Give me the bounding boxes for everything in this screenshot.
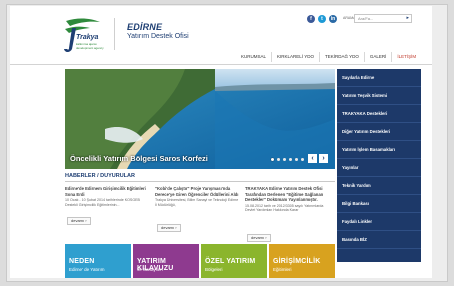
search-placeholder: Ara/Fa... [358, 16, 374, 21]
sidebar-menu: Sayılarla Edirne Yatırım Teşvik Sistemi … [337, 69, 421, 262]
sidebar-item-basinda-biz[interactable]: Basında BİZ [337, 231, 421, 249]
tile-yatirim-kilavuzu[interactable]: YATIRIM KILAVUZU ve Sanayileri [133, 244, 199, 278]
slider-prev-button[interactable]: ‹ [308, 154, 317, 163]
sidebar-item-yatirim-tesvik[interactable]: Yatırım Teşvik Sistemi [337, 87, 421, 105]
facebook-icon[interactable]: f [307, 15, 315, 23]
office-title: EDİRNE [127, 22, 163, 32]
nav-iletisim[interactable]: İLETİŞİM [391, 52, 421, 62]
search-input[interactable]: Ara/Fa... ▸ [354, 14, 412, 23]
news-headline[interactable]: TRAKYAKA Edirne Yatırım Destek Ofisi Tar… [245, 186, 333, 203]
sidebar-item-diger-destekler[interactable]: Diğer Yatırım Destekleri [337, 123, 421, 141]
news-summary: 15.08.2012 tarih ve 2012/3305 sayılı Yat… [245, 203, 324, 213]
slider-dot[interactable] [295, 158, 298, 161]
slider-dot[interactable] [283, 158, 286, 161]
news-item: "Kobi'de Çalıştır" Proje Yarışması'nda D… [155, 186, 241, 242]
news-divider [65, 181, 335, 182]
news-summary: Trakya Üniversitesi, Bilim Sanayi ve Tek… [155, 198, 239, 207]
tile-girisimcilik[interactable]: GİRİŞİMCİLİK Eğitimleri [269, 244, 335, 278]
web-page: Trakya kalkınma ajansı development agenc… [10, 6, 432, 278]
nav-kurumsal[interactable]: KURUMSAL [236, 52, 271, 62]
slider-next-button[interactable]: › [319, 154, 328, 163]
slider-dot[interactable] [289, 158, 292, 161]
header-separator [10, 64, 432, 65]
tile-neden[interactable]: NEDEN Edirne' de Yatırım [65, 244, 131, 278]
linkedin-icon[interactable]: in [329, 15, 337, 23]
sidebar-item-yayinlar[interactable]: Yayınlar [337, 159, 421, 177]
hero-slider[interactable]: Öncelikli Yatırım Bölgesi Saros Korfezi … [65, 69, 335, 169]
logo-name: Trakya [76, 34, 99, 41]
news-headline[interactable]: Edirne'de Edirnem Girişimcilik Eğitimler… [65, 186, 151, 197]
sidebar-item-trakyaka-destekleri[interactable]: TRAKYAKA Destekleri [337, 105, 421, 123]
sidebar-item-sayilarla-edirne[interactable]: Sayılarla Edirne [337, 69, 421, 87]
news-section-title: HABERLER / DUYURULAR [65, 173, 135, 179]
twitter-icon[interactable]: t [318, 15, 326, 23]
tile-title: GİRİŞİMCİLİK [273, 258, 321, 265]
sidebar-item-teknik-yardim[interactable]: Teknik Yardım [337, 177, 421, 195]
nav-kirklareli-ydo[interactable]: KIRKLARELİ YDO [271, 52, 319, 62]
hero-caption: Öncelikli Yatırım Bölgesi Saros Korfezi [70, 154, 208, 163]
slider-dot[interactable] [301, 158, 304, 161]
search-submit-icon[interactable]: ▸ [406, 15, 409, 21]
tile-subtitle: Edirne' de Yatırım [69, 267, 105, 272]
sidebar-item-faydali-linkler[interactable]: Faydalı Linkler [337, 213, 421, 231]
main-nav: KURUMSAL KIRKLARELİ YDO TEKİRDAĞ YDO GAL… [236, 52, 421, 62]
tile-title: ÖZEL YATIRIM [205, 258, 256, 265]
news-summary: 10 Ocak - 10 Şubat 2014 tarihlerinde KOS… [65, 198, 140, 207]
read-more-button[interactable]: devamı › [67, 217, 91, 225]
header-divider [114, 18, 115, 50]
news-headline[interactable]: "Kobi'de Çalıştır" Proje Yarışması'nda D… [155, 186, 241, 197]
tile-ozel-yatirim[interactable]: ÖZEL YATIRIM Bölgeleri [201, 244, 267, 278]
read-more-button[interactable]: devamı › [157, 224, 181, 232]
slider-dot[interactable] [271, 158, 274, 161]
sidebar-item-bilgi-bankasi[interactable]: Bilgi Bankası [337, 195, 421, 213]
nav-galeri[interactable]: GALERİ [363, 52, 392, 62]
logo-subtitle: kalkınma ajansı development agency [76, 42, 104, 50]
tile-title: NEDEN [69, 258, 95, 265]
tile-subtitle: ve Sanayileri [137, 267, 163, 272]
tile-subtitle: Eğitimleri [273, 267, 292, 272]
sidebar-item-islem-basamaklari[interactable]: Yatırım İşlem Basamakları [337, 141, 421, 159]
read-more-button[interactable]: devamı › [247, 234, 271, 242]
slider-dot[interactable] [277, 158, 280, 161]
tile-subtitle: Bölgeleri [205, 267, 223, 272]
office-subtitle: Yatırım Destek Ofisi [127, 33, 189, 40]
news-item: Edirne'de Edirnem Girişimcilik Eğitimler… [65, 186, 151, 242]
slider-dots [271, 158, 304, 161]
site-header: Trakya kalkınma ajansı development agenc… [10, 6, 432, 64]
nav-tekirdag-ydo[interactable]: TEKİRDAĞ YDO [318, 52, 364, 62]
